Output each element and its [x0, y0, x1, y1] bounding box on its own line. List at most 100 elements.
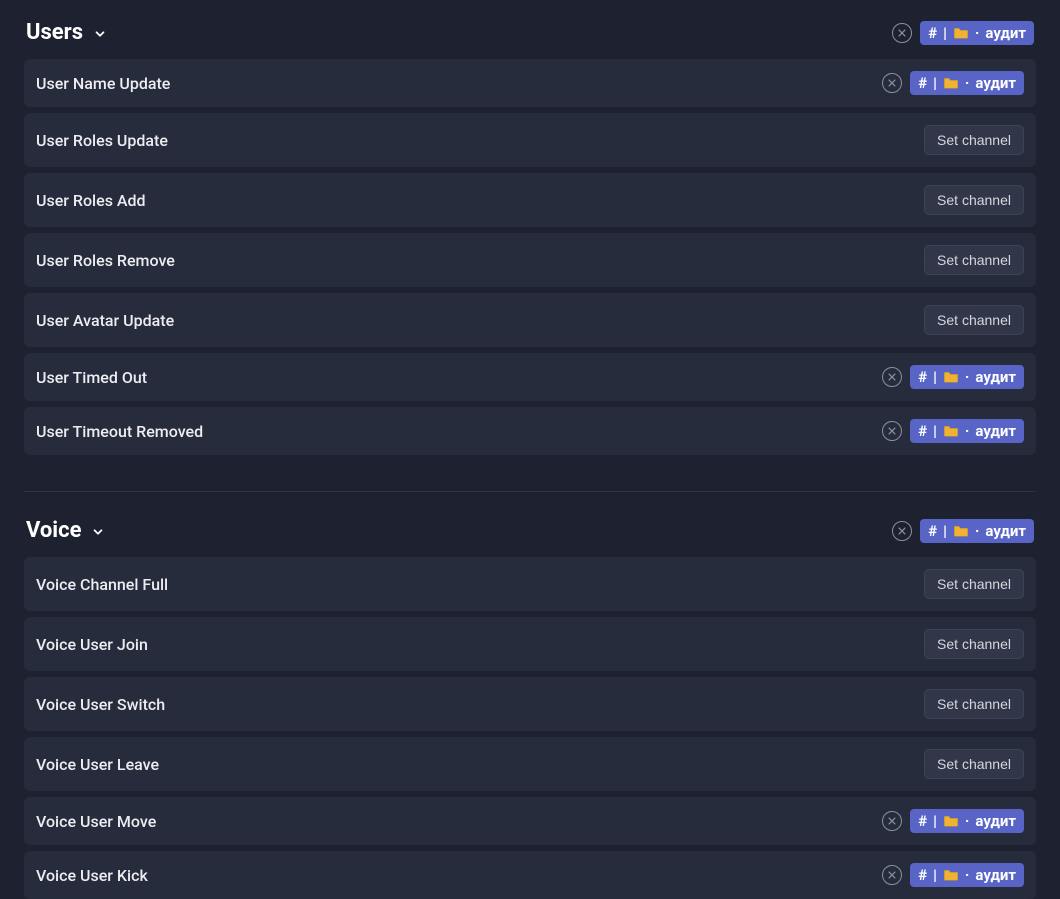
- section-header-users: Users # | · аудит: [24, 20, 1036, 45]
- channel-badge[interactable]: # | · аудит: [920, 519, 1034, 543]
- folder-icon: [943, 425, 959, 437]
- event-row-right: Set channel: [924, 305, 1024, 335]
- dot-separator: ·: [965, 74, 970, 92]
- set-channel-button[interactable]: Set channel: [924, 689, 1024, 719]
- event-label: User Roles Remove: [36, 251, 175, 270]
- event-label: User Roles Add: [36, 191, 146, 210]
- event-label: Voice User Leave: [36, 755, 159, 774]
- hash-icon: #: [918, 866, 927, 884]
- event-row-right: #|·аудит: [882, 809, 1024, 833]
- clear-channel-button[interactable]: [892, 23, 912, 43]
- hash-icon: #: [928, 24, 937, 42]
- event-row: Voice Channel Full Set channel: [24, 557, 1036, 611]
- channel-name: аудит: [985, 24, 1026, 42]
- hash-icon: #: [918, 368, 927, 386]
- dot-separator: ·: [975, 522, 980, 540]
- set-channel-button[interactable]: Set channel: [924, 569, 1024, 599]
- channel-badge[interactable]: # | · аудит: [910, 419, 1024, 443]
- section-users: Users # | · аудит User Name Update # | · ауд…: [24, 20, 1036, 455]
- set-channel-button[interactable]: Set channel: [924, 629, 1024, 659]
- channel-badge[interactable]: # | · аудит: [910, 71, 1024, 95]
- event-label: Voice User Switch: [36, 695, 165, 714]
- set-channel-button[interactable]: Set channel: [924, 749, 1024, 779]
- event-row-right: Set channel: [924, 125, 1024, 155]
- clear-channel-button[interactable]: [882, 421, 902, 441]
- event-label: Voice Channel Full: [36, 575, 168, 594]
- event-row-right: Set channel: [924, 689, 1024, 719]
- channel-name: аудит: [975, 812, 1016, 830]
- section-title-wrap[interactable]: Users: [26, 20, 107, 45]
- event-label: User Roles Update: [36, 131, 168, 150]
- clear-channel-button[interactable]: [882, 73, 902, 93]
- bar-separator: |: [933, 368, 937, 386]
- section-voice: Voice # | · аудит Voice Channel Full Set …: [24, 518, 1036, 899]
- event-row-right: #|·аудит: [882, 365, 1024, 389]
- event-row: User Timeout Removed # | · аудит: [24, 407, 1036, 455]
- section-title-wrap[interactable]: Voice: [26, 518, 105, 543]
- event-row-right: Set channel: [924, 245, 1024, 275]
- channel-name: аудит: [975, 74, 1016, 92]
- folder-icon: [943, 77, 959, 89]
- section-header-right: # | · аудит: [892, 21, 1034, 45]
- dot-separator: ·: [965, 368, 970, 386]
- event-row-right: Set channel: [924, 749, 1024, 779]
- folder-icon: [953, 27, 969, 39]
- set-channel-button[interactable]: Set channel: [924, 125, 1024, 155]
- channel-badge[interactable]: #|·аудит: [910, 365, 1024, 389]
- event-row: User Roles Update Set channel: [24, 113, 1036, 167]
- event-label: Voice User Kick: [36, 866, 148, 885]
- dot-separator: ·: [975, 24, 980, 42]
- channel-badge[interactable]: #|·аудит: [910, 809, 1024, 833]
- rows-voice: Voice Channel FullSet channelVoice User …: [24, 557, 1036, 899]
- event-row: User Roles Remove Set channel: [24, 233, 1036, 287]
- section-divider: [24, 491, 1036, 492]
- bar-separator: |: [933, 812, 937, 830]
- set-channel-button[interactable]: Set channel: [924, 245, 1024, 275]
- hash-icon: #: [928, 522, 937, 540]
- hash-icon: #: [918, 812, 927, 830]
- event-label: User Timeout Removed: [36, 422, 203, 441]
- section-title-voice: Voice: [26, 518, 81, 543]
- bar-separator: |: [933, 866, 937, 884]
- bar-separator: |: [943, 24, 947, 42]
- event-row-right: # | · аудит: [882, 419, 1024, 443]
- clear-channel-button[interactable]: [882, 367, 902, 387]
- clear-channel-button[interactable]: [882, 865, 902, 885]
- set-channel-button[interactable]: Set channel: [924, 185, 1024, 215]
- channel-badge[interactable]: # | · аудит: [920, 21, 1034, 45]
- event-row: User Avatar UpdateSet channel: [24, 293, 1036, 347]
- dot-separator: ·: [965, 422, 970, 440]
- clear-channel-button[interactable]: [882, 811, 902, 831]
- bar-separator: |: [943, 522, 947, 540]
- section-title-users: Users: [26, 20, 83, 45]
- event-row: Voice User Switch Set channel: [24, 677, 1036, 731]
- event-row: Voice User Leave Set channel: [24, 737, 1036, 791]
- event-label: Voice User Join: [36, 635, 148, 654]
- event-row: User Name Update # | · аудит: [24, 59, 1036, 107]
- channel-badge[interactable]: #|·аудит: [910, 863, 1024, 887]
- hash-icon: #: [918, 422, 927, 440]
- rows-users: User Name Update # | · аудит User Roles Updat…: [24, 59, 1036, 455]
- channel-name: аудит: [985, 522, 1026, 540]
- event-row: Voice User Join Set channel: [24, 617, 1036, 671]
- bar-separator: |: [933, 74, 937, 92]
- event-row: User Roles Add Set channel: [24, 173, 1036, 227]
- clear-channel-button[interactable]: [892, 521, 912, 541]
- event-row-right: Set channel: [924, 629, 1024, 659]
- event-label: Voice User Move: [36, 812, 156, 831]
- dot-separator: ·: [965, 866, 970, 884]
- chevron-down-icon: [91, 524, 105, 538]
- set-channel-button[interactable]: Set channel: [924, 305, 1024, 335]
- event-row-right: Set channel: [924, 185, 1024, 215]
- hash-icon: #: [918, 74, 927, 92]
- event-row-right: #|·аудит: [882, 863, 1024, 887]
- folder-icon: [943, 371, 959, 383]
- event-label: User Timed Out: [36, 368, 147, 387]
- chevron-down-icon: [93, 26, 107, 40]
- folder-icon: [943, 815, 959, 827]
- bar-separator: |: [933, 422, 937, 440]
- section-header-right: # | · аудит: [892, 519, 1034, 543]
- section-header-voice: Voice # | · аудит: [24, 518, 1036, 543]
- event-label: User Name Update: [36, 74, 170, 93]
- channel-name: аудит: [975, 422, 1016, 440]
